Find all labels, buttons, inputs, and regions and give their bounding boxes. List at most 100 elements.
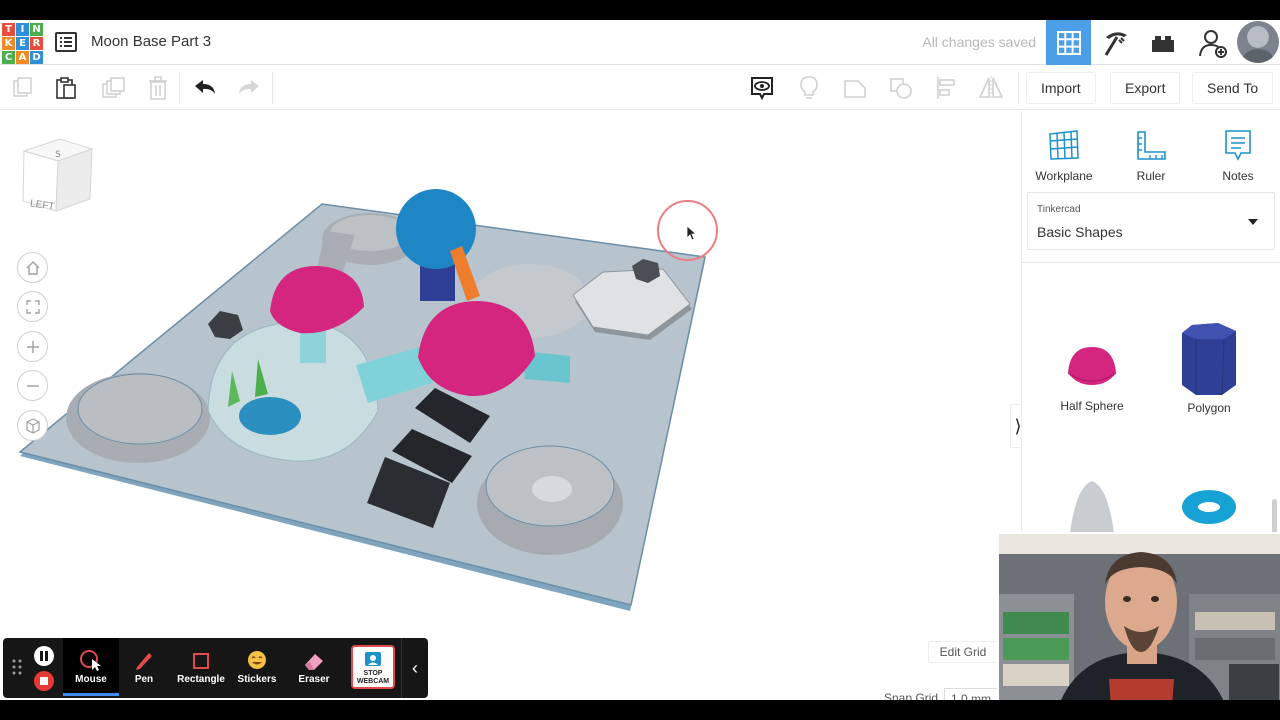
copy-button[interactable] (9, 74, 37, 102)
drag-handle-icon[interactable] (12, 659, 22, 675)
logo-letter: N (30, 23, 43, 36)
ungroup-icon (890, 78, 912, 99)
workplane-scene[interactable] (0, 111, 1020, 700)
pause-icon (40, 651, 48, 661)
home-view-button[interactable] (17, 252, 48, 283)
shape-paraboloid[interactable] (1042, 477, 1142, 537)
rectangle-tool-label: Rectangle (177, 674, 225, 685)
user-add-icon (1198, 29, 1227, 58)
perspective-button[interactable] (17, 410, 48, 441)
blocks-view-button[interactable] (1093, 20, 1138, 65)
logo-letter: R (30, 37, 43, 50)
design-title[interactable]: Moon Base Part 3 (91, 33, 211, 50)
eraser-tool[interactable]: Eraser (286, 638, 342, 696)
send-to-button[interactable]: Send To (1192, 72, 1274, 104)
brick-icon (1151, 35, 1174, 52)
ruler-label: Ruler (1136, 169, 1166, 183)
pen-tool-label: Pen (134, 674, 154, 685)
align-button[interactable] (932, 74, 960, 102)
fit-view-button[interactable] (17, 291, 48, 322)
zoom-in-button[interactable] (17, 331, 48, 362)
3d-design-view-button[interactable] (1046, 20, 1091, 65)
notes-toggle-button[interactable] (748, 74, 776, 102)
polygon-label: Polygon (1187, 401, 1231, 415)
redo-button[interactable] (235, 74, 263, 102)
pause-recording-button[interactable] (34, 646, 54, 666)
ruler-icon (1137, 131, 1166, 160)
notes-icon (1225, 130, 1251, 161)
half-sphere-icon (1067, 347, 1117, 385)
toolbar-collapse-button[interactable]: ‹ (401, 638, 428, 698)
webcam-feed-image (999, 534, 1280, 700)
logo-letter: K (2, 37, 15, 50)
export-button[interactable]: Export (1110, 72, 1181, 104)
workplane-label: Workplane (1035, 169, 1093, 183)
logo-letter: C (2, 51, 15, 64)
stop-webcam-label-2: WEBCAM (356, 678, 390, 685)
chevron-left-icon: ‹ (412, 657, 418, 678)
mouse-tool[interactable]: Mouse (63, 638, 119, 696)
3d-canvas[interactable]: S LEFT Edit Grid Snap Grid 1.0 mm (0, 111, 1020, 700)
bricks-view-button[interactable] (1140, 20, 1185, 65)
edit-toolbar: Import Export Send To (0, 66, 1280, 110)
group-button[interactable] (841, 74, 869, 102)
paste-button[interactable] (52, 74, 80, 102)
stop-recording-button[interactable] (34, 671, 54, 691)
logo-letter: T (2, 23, 15, 36)
notes-label: Notes (1222, 169, 1254, 183)
mirror-button[interactable] (977, 74, 1005, 102)
edit-grid-button[interactable]: Edit Grid (928, 641, 998, 663)
import-button[interactable]: Import (1026, 72, 1096, 104)
invite-user-button[interactable] (1190, 20, 1235, 65)
half-sphere-label: Half Sphere (1060, 399, 1124, 413)
logo-letter: E (16, 37, 29, 50)
shape-library-select[interactable]: Tinkercad Basic Shapes (1027, 192, 1275, 250)
svg-text:S: S (55, 150, 61, 160)
duplicate-button[interactable] (99, 74, 127, 102)
zoom-out-button[interactable] (17, 370, 48, 401)
plus-icon (26, 340, 39, 353)
stop-webcam-label-1: STOP (363, 670, 383, 677)
user-avatar[interactable] (1237, 21, 1279, 63)
shape-half-sphere[interactable]: Half Sphere (1042, 335, 1142, 413)
torus-icon (1182, 490, 1236, 524)
design-list-button[interactable] (54, 30, 78, 54)
grid-icon (1056, 30, 1081, 55)
fit-icon (25, 299, 40, 314)
pen-icon (136, 653, 152, 670)
ruler-tool[interactable]: Ruler (1116, 121, 1186, 183)
library-name: Basic Shapes (1037, 224, 1123, 240)
screen-recorder-toolbar: Mouse Pen Rectangle Stickers Eraser STOP… (3, 638, 428, 698)
library-caption: Tinkercad (1037, 204, 1081, 215)
home-icon (26, 260, 39, 275)
mouse-tool-label: Mouse (75, 674, 107, 685)
webcam-overlay (997, 532, 1280, 700)
webcam-icon (365, 652, 381, 666)
mirror-icon (978, 76, 1004, 100)
paste-icon (56, 77, 76, 99)
shape-torus[interactable] (1159, 487, 1259, 531)
mouse-pointer-icon (80, 650, 101, 671)
delete-button[interactable] (144, 74, 172, 102)
snap-grid-select[interactable]: 1.0 mm (944, 688, 1002, 700)
save-status: All changes saved (922, 34, 1036, 50)
top-bar: T I N K E R C A D Moon Base Part 3 All c… (0, 20, 1280, 65)
eraser-icon (305, 654, 323, 670)
notes-tool[interactable]: Notes (1203, 121, 1273, 183)
workplane-tool[interactable]: Workplane (1029, 121, 1099, 183)
stickers-tool[interactable]: Stickers (229, 638, 285, 696)
eraser-tool-label: Eraser (298, 674, 330, 685)
shape-polygon[interactable]: Polygon (1159, 321, 1259, 415)
eye-bubble-icon (751, 77, 773, 101)
align-icon (937, 77, 955, 99)
tinkercad-logo[interactable]: T I N K E R C A D (2, 23, 43, 64)
pen-tool[interactable]: Pen (116, 638, 172, 696)
logo-letter: I (16, 23, 29, 36)
undo-button[interactable] (191, 74, 219, 102)
light-button[interactable] (795, 74, 823, 102)
ungroup-button[interactable] (887, 74, 915, 102)
duplicate-icon (102, 77, 125, 98)
stop-webcam-button[interactable]: STOP WEBCAM (351, 645, 395, 689)
rectangle-tool[interactable]: Rectangle (173, 638, 229, 696)
group-icon (844, 80, 866, 98)
